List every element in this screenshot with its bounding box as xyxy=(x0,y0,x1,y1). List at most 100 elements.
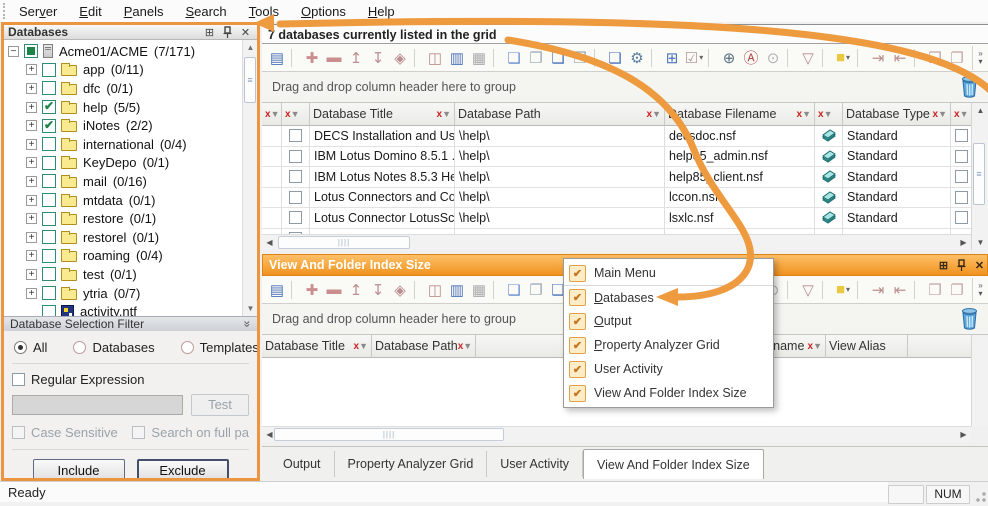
row-selector[interactable] xyxy=(262,188,282,208)
expand-toggle-icon[interactable] xyxy=(26,232,37,243)
cell-database-path[interactable]: \help\ xyxy=(455,208,665,228)
column-header-database-path[interactable]: Database Pathx▼ xyxy=(372,335,476,358)
expand-toggle-icon[interactable] xyxy=(26,288,37,299)
column-header-view-alias[interactable]: View Alias xyxy=(826,335,908,358)
select-cells-icon[interactable]: ❏ xyxy=(503,280,525,300)
hide-column-icon[interactable]: ▦ xyxy=(468,280,490,300)
copy-icon[interactable]: ❐ xyxy=(525,280,547,300)
tree-checkbox[interactable] xyxy=(24,44,38,58)
cell-database-title[interactable]: Lotus Connector LotusScr... xyxy=(310,208,455,228)
scrollbar-thumb[interactable]: ≡ xyxy=(973,143,985,205)
toolbar-separator[interactable] xyxy=(708,49,715,67)
cell-database-filename[interactable]: help85_client.nsf xyxy=(665,167,815,187)
cell-database-type[interactable]: Standard xyxy=(843,188,951,208)
row-checkbox[interactable] xyxy=(955,129,968,142)
grid-vertical-scrollbar[interactable] xyxy=(971,335,988,426)
case-sensitive-checkbox[interactable] xyxy=(12,426,25,439)
tree-item[interactable]: KeyDepo (0/1) xyxy=(4,154,241,173)
export-row-icon[interactable]: ⇥ xyxy=(867,48,889,68)
row-checkbox[interactable] xyxy=(955,170,968,183)
tree-item[interactable]: restorel (0/1) xyxy=(4,228,241,247)
database-row[interactable]: IBM Lotus Domino 8.5.1 ... \help\ help85… xyxy=(262,147,971,168)
row-checkbox-cell[interactable] xyxy=(951,126,971,146)
tree-item[interactable]: restore (0/1) xyxy=(4,209,241,228)
filter-radio[interactable]: Templates xyxy=(181,340,259,355)
toolbar-separator[interactable] xyxy=(822,281,829,299)
cell-database-title[interactable]: Lotus Connectors and Co... xyxy=(310,188,455,208)
expand-toggle-icon[interactable] xyxy=(26,102,37,113)
close-icon[interactable]: ✕ xyxy=(972,258,987,272)
tree-item[interactable]: ytria (0/7) xyxy=(4,284,241,303)
remove-icon[interactable]: ▬ xyxy=(323,48,345,68)
row-checkbox[interactable] xyxy=(289,129,302,142)
cell-database-path[interactable]: \help\ xyxy=(455,147,665,167)
scrollbar-thumb[interactable]: ≡ xyxy=(244,57,256,103)
sticky-note-icon[interactable]: ■ xyxy=(832,280,854,300)
filter-radio[interactable]: Databases xyxy=(73,340,154,355)
maximize-icon[interactable]: ⊞ xyxy=(202,25,217,39)
remove-icon[interactable]: ▬ xyxy=(323,280,345,300)
row-checkbox-cell[interactable] xyxy=(282,126,310,146)
toolbar-separator[interactable] xyxy=(857,49,864,67)
find-text-icon[interactable]: Ⓐ xyxy=(740,48,762,68)
filter-icon[interactable]: ▽ xyxy=(797,48,819,68)
tree-item[interactable]: mtdata (0/1) xyxy=(4,191,241,210)
toolbar-separator[interactable] xyxy=(291,49,298,67)
cell-database-title[interactable]: DECS Installation and Use... xyxy=(310,126,455,146)
cell-database-path[interactable]: \help\ xyxy=(455,188,665,208)
toolbar-separator[interactable] xyxy=(493,49,500,67)
filter-icon[interactable]: ▽ xyxy=(797,280,819,300)
sticky-note-icon[interactable]: ■ xyxy=(832,48,854,68)
database-row[interactable]: Lotus Connectors and Co... \help\ lccon.… xyxy=(262,188,971,209)
tree-item[interactable]: roaming (0/4) xyxy=(4,247,241,266)
tree-checkbox[interactable] xyxy=(42,212,56,226)
tree-item[interactable]: dfc (0/1) xyxy=(4,79,241,98)
exclude-button[interactable]: Exclude xyxy=(137,459,229,481)
row-checkbox-cell[interactable] xyxy=(951,147,971,167)
compare-icon[interactable]: ❐ xyxy=(946,280,968,300)
context-menu-item[interactable]: View And Folder Index Size xyxy=(564,381,773,405)
tree-checkbox[interactable] xyxy=(42,305,56,316)
properties-icon[interactable]: ❒ xyxy=(924,48,946,68)
menu-item[interactable]: Options xyxy=(290,2,357,21)
toolbar-separator[interactable] xyxy=(787,281,794,299)
highlight-column-icon[interactable]: ▥ xyxy=(446,48,468,68)
toolbar-separator[interactable] xyxy=(787,49,794,67)
tree-checkbox[interactable] xyxy=(42,267,56,281)
scrollbar-thumb[interactable]: |||| xyxy=(278,236,410,249)
copy-with-headers-icon[interactable]: ❑ xyxy=(547,48,569,68)
filter-funnel-icon[interactable]: x▼ xyxy=(437,109,451,120)
expand-toggle-icon[interactable] xyxy=(26,139,37,150)
hide-column-icon[interactable]: ▦ xyxy=(468,48,490,68)
menu-item[interactable]: Help xyxy=(357,2,406,21)
row-checkbox-cell[interactable] xyxy=(282,167,310,187)
tree-item[interactable]: help (5/5) xyxy=(4,98,241,117)
scroll-up-icon[interactable]: ▲ xyxy=(973,103,988,118)
column-filter-icon[interactable]: x▼ xyxy=(282,103,310,126)
freeze-column-icon[interactable]: ◫ xyxy=(424,280,446,300)
toolbar-separator[interactable] xyxy=(414,49,421,67)
menu-item[interactable]: Search xyxy=(174,2,237,21)
toolbar-separator[interactable] xyxy=(914,281,921,299)
filter-radio[interactable]: All xyxy=(14,340,47,355)
maximize-icon[interactable]: ⊞ xyxy=(936,258,951,272)
demote-icon[interactable]: ↧ xyxy=(367,280,389,300)
tree-checkbox[interactable] xyxy=(42,137,56,151)
toolbar-overflow-icon[interactable]: »▾ xyxy=(972,46,988,70)
grid-jump-icon[interactable]: ⊞ xyxy=(661,48,683,68)
tree-item[interactable]: test (0/1) xyxy=(4,265,241,284)
zoom-selection-icon[interactable]: ⊕ xyxy=(718,48,740,68)
toolbar-separator[interactable] xyxy=(594,49,601,67)
expand-toggle-icon[interactable] xyxy=(26,195,37,206)
context-menu-item[interactable]: Main Menu xyxy=(564,261,773,285)
import-row-icon[interactable]: ⇤ xyxy=(889,280,911,300)
column-header-database-title[interactable]: Database Titlex▼ xyxy=(262,335,372,358)
scrollbar-thumb[interactable]: |||| xyxy=(274,428,504,441)
cell-database-path[interactable]: \help\ xyxy=(455,126,665,146)
compare-icon[interactable]: ❐ xyxy=(946,48,968,68)
tree-item[interactable]: iNotes (2/2) xyxy=(4,116,241,135)
export-report-icon[interactable]: ❏ xyxy=(604,48,626,68)
tree-checkbox[interactable] xyxy=(42,119,56,133)
scroll-down-icon[interactable]: ▼ xyxy=(243,301,257,316)
tree-item[interactable]: app (0/11) xyxy=(4,61,241,80)
